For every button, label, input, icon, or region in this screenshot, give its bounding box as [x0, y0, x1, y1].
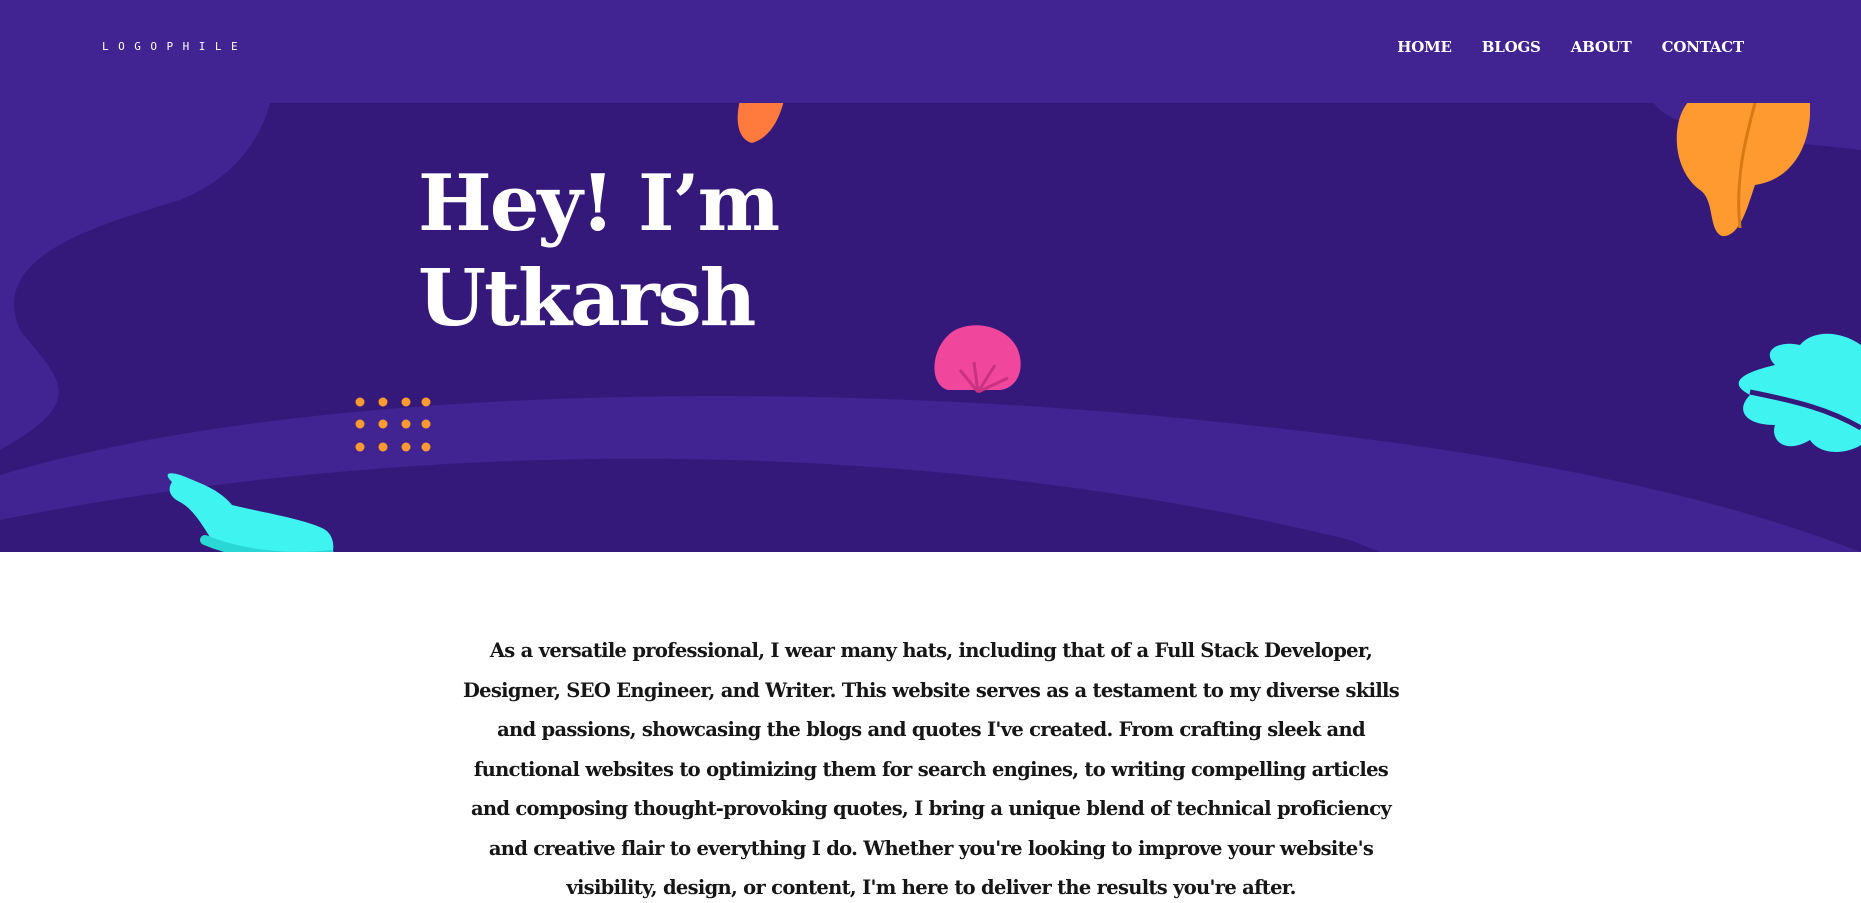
- main-nav: HOME BLOGS ABOUT CONTACT: [1397, 38, 1744, 56]
- site-header: LOGOPHILE HOME BLOGS ABOUT CONTACT: [0, 0, 1861, 103]
- site-logo[interactable]: LOGOPHILE: [102, 40, 247, 53]
- nav-item-about[interactable]: ABOUT: [1571, 38, 1632, 56]
- about-paragraph: As a versatile professional, I wear many…: [462, 639, 1400, 899]
- nav-item-blogs[interactable]: BLOGS: [1482, 38, 1541, 56]
- hero-title: Hey! I’m Utkarsh: [418, 156, 780, 346]
- nav-item-home[interactable]: HOME: [1397, 38, 1452, 56]
- hero-title-line1: Hey! I’m: [418, 158, 780, 249]
- hero-title-line2: Utkarsh: [418, 253, 756, 344]
- page: Hey! I’m Utkarsh LOGOPHILE HOME BLOGS AB…: [0, 0, 1861, 903]
- nav-item-contact[interactable]: CONTACT: [1662, 38, 1745, 56]
